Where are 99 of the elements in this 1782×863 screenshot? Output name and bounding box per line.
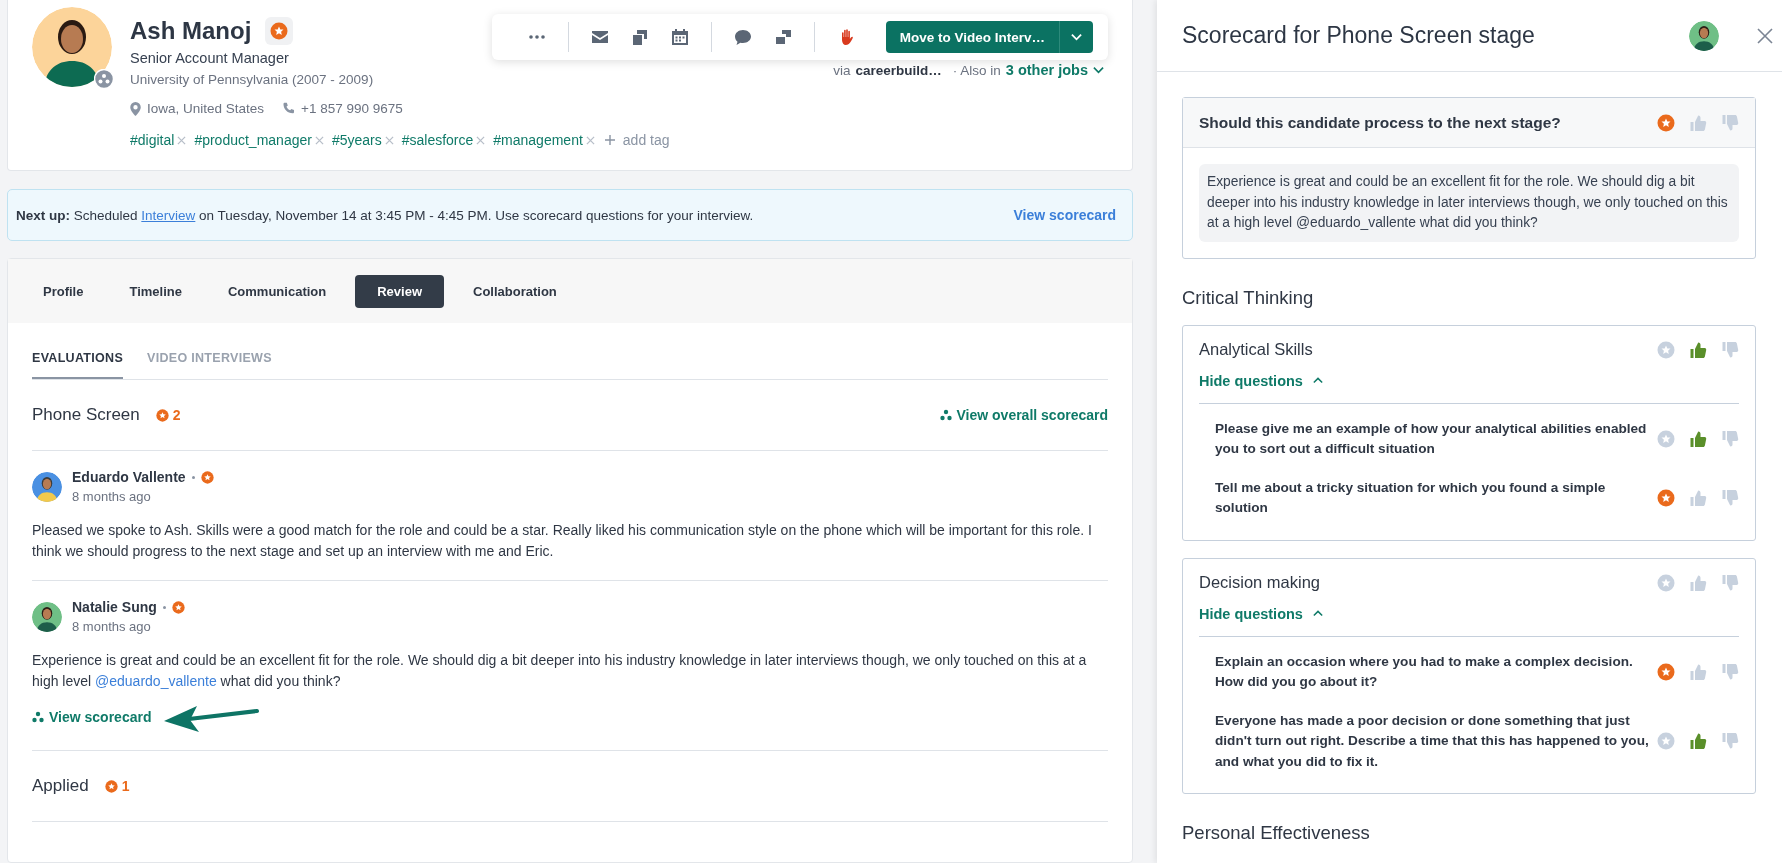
comment-box: Experience is great and could be an excellent fit for the role. We should dig a bit deeper into his industry knowledge in later interviews though, we only touched on this at a high level @eduardo_vallente what did you think? — [1199, 164, 1739, 242]
thumbs-down-icon[interactable] — [1721, 732, 1739, 751]
star-rating-icon[interactable] — [1657, 430, 1675, 448]
copy-icon[interactable] — [631, 28, 649, 46]
calendar-icon[interactable] — [671, 28, 689, 46]
thumbs-down-icon[interactable] — [1721, 113, 1739, 132]
add-tag-button[interactable]: add tag — [602, 132, 672, 148]
group-title: Personal Effectiveness — [1182, 822, 1371, 844]
phone-number: +1 857 990 9675 — [301, 101, 403, 116]
star-rating-icon[interactable] — [1657, 732, 1675, 751]
reviewer-name: Natalie Sung — [72, 599, 157, 615]
thumbs-up-icon[interactable] — [1689, 573, 1707, 592]
question-text: Explain an occasion where you had to make a complex decision. How did you go about it? — [1215, 652, 1634, 691]
toggle-questions-button[interactable]: Hide questions — [1199, 605, 1323, 622]
remove-icon[interactable] — [314, 135, 324, 145]
remove-icon[interactable] — [476, 135, 486, 145]
close-icon[interactable] — [1757, 27, 1773, 44]
question-text: Should this candidate process to the next stage? — [1199, 113, 1562, 132]
thumbs-down-icon[interactable] — [1721, 489, 1739, 507]
tag-label[interactable]: #5years — [331, 132, 382, 148]
view-overall-scorecard-link[interactable]: View overall scorecard — [939, 407, 1108, 423]
skill-name: Analytical Skills — [1199, 340, 1313, 359]
phone-icon — [282, 102, 296, 115]
chevron-down-icon[interactable] — [1093, 66, 1104, 74]
thumbs-up-icon[interactable] — [1689, 732, 1707, 751]
chat-bubble-icon[interactable] — [734, 28, 752, 46]
star-rating-icon[interactable] — [1657, 489, 1675, 507]
also-in-label: · Also in — [952, 62, 1001, 78]
cluster-icon — [32, 711, 44, 723]
reviewer-name: Eduardo Vallente — [72, 469, 186, 485]
star-rating-icon[interactable] — [1657, 340, 1675, 359]
question-text: Tell me about a tricky situation for which you found a simple solution — [1215, 478, 1607, 517]
tag-label[interactable]: #management — [493, 132, 583, 148]
avatar — [32, 601, 62, 632]
section-title: Applied — [32, 776, 89, 796]
count: 1 — [121, 778, 130, 794]
question-text: Everyone has made a poor decision or done something that just didn't turn out right. Describe a time that this has happened to you, and what you did to fix it. — [1215, 711, 1649, 771]
location: Iowa, United States — [147, 101, 265, 116]
network-badge-icon — [94, 69, 114, 89]
remove-icon[interactable] — [384, 135, 394, 145]
thumbs-up-icon[interactable] — [1689, 489, 1707, 507]
toggle-questions-button[interactable]: Hide questions — [1199, 372, 1323, 389]
avatar — [32, 471, 62, 502]
tag-label[interactable]: #product_manager — [194, 132, 312, 148]
tab[interactable]: Review — [355, 274, 445, 308]
thumbs-up-icon[interactable] — [1689, 663, 1707, 681]
location-pin-icon — [130, 101, 141, 116]
star-rating-icon[interactable] — [1657, 573, 1675, 592]
timestamp: 8 months ago — [72, 489, 152, 504]
tab[interactable]: EVALUATIONS — [32, 351, 124, 379]
tab[interactable]: Profile — [26, 275, 101, 307]
star-rating-icon[interactable] — [1657, 113, 1675, 132]
comment-text: Experience is great and could be an excellent fit for the role. We should dig a bit deeper into his industry knowledge in later interviews though, we only touched on this at a high level @eduardo_vallente what did you think? — [32, 651, 1088, 691]
source-label: via — [833, 62, 851, 78]
candidate-name: Ash Manoj — [130, 17, 252, 45]
tab[interactable]: Timeline — [112, 275, 199, 307]
source-name: careerbuild… — [855, 62, 942, 78]
star-rating-icon[interactable] — [1657, 663, 1675, 681]
education: University of Pennsylvania (2007 - 2009) — [130, 72, 375, 87]
tag-label[interactable]: #salesforce — [401, 132, 474, 148]
remove-icon[interactable] — [177, 135, 187, 145]
thumbs-up-icon[interactable] — [1689, 113, 1707, 132]
question-text: Please give me an example of how your analytical abilities enabled you to sort out a difficult situation — [1215, 419, 1648, 458]
tab[interactable]: Collaboration — [456, 275, 574, 307]
other-jobs-link[interactable]: 3 other jobs — [1005, 62, 1088, 78]
interview-link[interactable]: Interview — [141, 207, 196, 223]
timestamp: 8 months ago — [72, 619, 152, 634]
squares-icon[interactable] — [774, 28, 792, 46]
chevron-up-icon — [1312, 377, 1323, 384]
section-title: Phone Screen — [32, 405, 140, 425]
view-scorecard-link[interactable]: View scorecard — [32, 709, 152, 725]
chevron-up-icon — [1312, 610, 1323, 617]
thumbs-up-icon[interactable] — [1689, 340, 1707, 359]
job-title: Senior Account Manager — [130, 50, 290, 66]
tag-label[interactable]: #digital — [130, 132, 175, 148]
thumbs-down-icon[interactable] — [1721, 430, 1739, 448]
avatar — [1689, 20, 1719, 51]
plus-icon — [604, 135, 615, 145]
remove-icon[interactable] — [585, 135, 595, 145]
mention-link[interactable]: @eduardo_vallente — [95, 673, 217, 689]
separator-dot — [191, 475, 195, 479]
count: 2 — [172, 407, 181, 423]
dropdown-button[interactable] — [1059, 21, 1093, 53]
comment-text: Pleased we spoke to Ash. Skills were a good match for the role and could be a star. Really liked his communication style on the phone which will be important for this role. I think we should progress to the next stage and set up an interview with me and Eric. — [32, 521, 1093, 561]
thumbs-down-icon[interactable] — [1721, 573, 1739, 592]
view-scorecard-link[interactable]: View scorecard — [1013, 207, 1116, 223]
panel-title: Scorecard for Phone Screen stage — [1182, 22, 1536, 49]
separator-dot — [162, 605, 166, 609]
cluster-icon — [939, 409, 952, 421]
mail-icon[interactable] — [591, 28, 609, 46]
move-stage-button[interactable]: Move to Video Interv… — [885, 21, 1059, 53]
tab[interactable]: Communication — [211, 275, 344, 307]
thumbs-up-icon[interactable] — [1689, 430, 1707, 448]
group-title: Critical Thinking — [1182, 286, 1315, 309]
thumbs-down-icon[interactable] — [1721, 340, 1739, 359]
caret-icon — [1071, 33, 1082, 41]
thumbs-down-icon[interactable] — [1721, 663, 1739, 681]
skill-name: Decision making — [1199, 573, 1321, 592]
banner-text: Next up: Scheduled Interview on Tuesday, November 14 at 3:45 PM - 4:45 PM. Use scorecard questions for your interview. — [16, 207, 755, 223]
